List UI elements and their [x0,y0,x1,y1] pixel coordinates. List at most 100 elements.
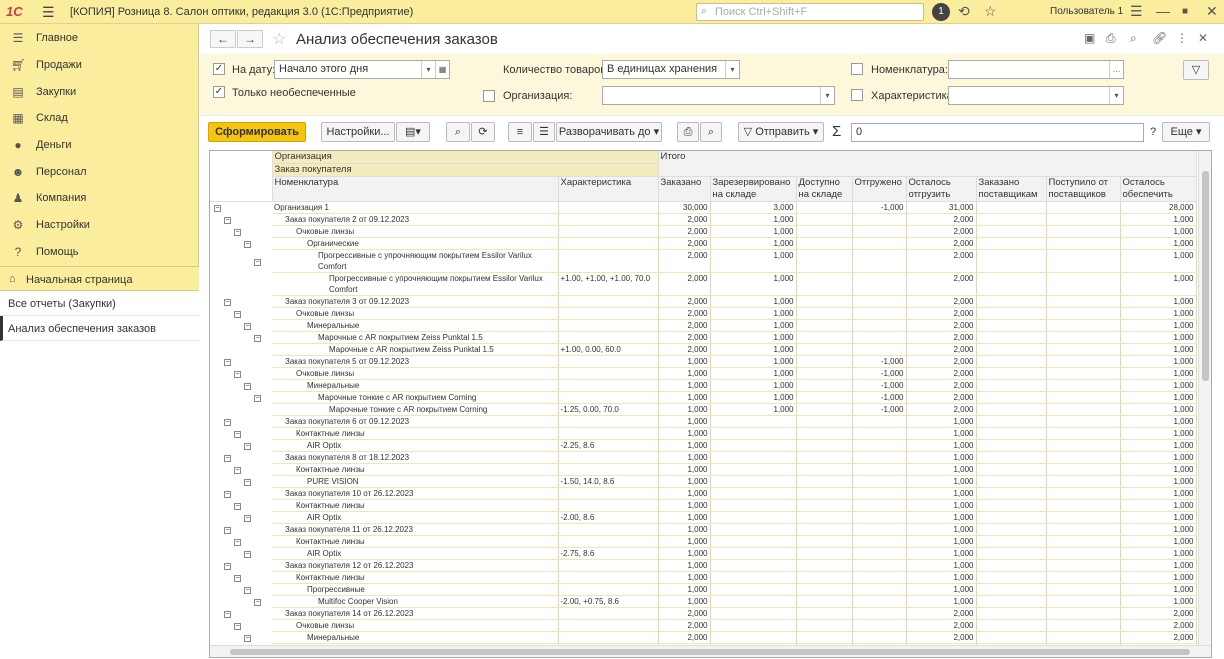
sidebar-item-company[interactable]: ♟ Компания [0,185,199,211]
global-search-input[interactable]: ⌕ Поиск Ctrl+Shift+F [696,3,924,21]
collapse-icon[interactable]: − [234,575,241,582]
sum-field[interactable]: 0 [851,123,1144,142]
minimize-icon[interactable]: — [1156,3,1170,19]
open-window-reports[interactable]: Все отчеты (Закупки) [0,291,199,316]
collapse-icon[interactable]: − [234,229,241,236]
print-icon[interactable]: ⎙ [1106,31,1116,46]
table-row[interactable]: − Минеральные 1,000 1,000 -1,000 2,000 1,000 [210,379,1197,392]
variants-button[interactable]: ▤▾ [396,122,430,142]
collapse-icon[interactable]: − [244,515,251,522]
scroll-thumb[interactable] [1202,171,1209,381]
col-header[interactable]: Заказано поставщикам [976,176,1047,202]
vertical-scrollbar[interactable] [1198,151,1211,647]
scroll-thumb[interactable] [230,649,1190,655]
tree-toggle[interactable]: − [210,451,272,464]
collapse-icon[interactable]: − [244,241,251,248]
table-row[interactable]: − Заказ покупателя 11 от 26.12.2023 1,000 1… [210,523,1197,536]
tree-toggle[interactable]: − [210,619,272,632]
link-icon[interactable]: 🔗︎ [1152,31,1167,45]
col-header[interactable]: Номенклатура [272,176,559,202]
tree-toggle[interactable]: − [210,511,272,524]
col-header[interactable]: Осталось отгрузить [906,176,977,202]
tree-toggle[interactable]: − [210,535,272,548]
notifications-bell-icon[interactable]: 1 [932,3,950,21]
expand-to-button[interactable]: Разворачивать до ▾ [556,122,662,142]
only-unsecured-checkbox[interactable]: ✓ [213,86,225,98]
tree-toggle[interactable]: − [210,607,272,620]
collapse-icon[interactable]: − [234,311,241,318]
back-button[interactable]: ← [210,30,236,48]
table-row[interactable]: − Органические 2,000 1,000 2,000 1,000 [210,237,1197,250]
collapse-icon[interactable]: − [254,395,261,402]
tree-toggle[interactable]: − [210,225,272,238]
tree-toggle[interactable]: − [210,559,272,572]
date-field[interactable]: Начало этого дня ▾ ▦ [274,60,450,79]
sidebar-item-sales[interactable]: 🛒︎ Продажи [0,52,199,78]
tree-toggle[interactable]: − [210,427,272,440]
table-row[interactable]: − Очковые линзы 1,000 1,000 -1,000 2,000 1,000 [210,367,1197,380]
help-icon[interactable]: ? [1150,126,1156,138]
collapse-icon[interactable]: − [244,383,251,390]
preview-button[interactable]: ⌕ [700,122,722,142]
sidebar-item-money[interactable]: ● Деньги [0,132,199,158]
select-ellipsis-icon[interactable]: … [1109,61,1123,78]
quantity-units-select[interactable]: В единицах хранения ▾ [602,60,740,79]
save-icon[interactable]: ▣ [1084,31,1095,45]
collapse-icon[interactable]: − [224,419,231,426]
tree-toggle[interactable]: − [210,237,272,250]
col-header[interactable]: Зарезервировано на складе [710,176,797,202]
collapse-icon[interactable]: − [244,443,251,450]
more-vertical-icon[interactable]: ⋮ [1176,31,1188,45]
tree-toggle[interactable]: − [210,631,272,644]
expand-button[interactable]: ☰ [533,122,555,142]
col-header[interactable]: Характеристика [558,176,659,202]
table-row[interactable]: − Контактные линзы 1,000 1,000 1,000 [210,463,1197,476]
tree-toggle[interactable] [210,403,272,416]
history-icon[interactable]: ⟲ [958,3,970,20]
collapse-icon[interactable]: − [224,455,231,462]
collapse-icon[interactable]: − [224,299,231,306]
organization-checkbox[interactable] [483,90,495,102]
collapse-icon[interactable]: − [244,479,251,486]
collapse-icon[interactable]: − [224,491,231,498]
tree-toggle[interactable]: − [210,319,272,332]
preview-icon[interactable]: ⌕ [1130,31,1137,46]
favorites-star-icon[interactable]: ☆ [984,3,997,20]
col-header[interactable]: Отгружено [852,176,907,202]
table-row[interactable]: − Заказ покупателя 2 от 09.12.2023 2,000 1,… [210,213,1197,226]
collapse-icon[interactable]: − [234,623,241,630]
tree-toggle[interactable]: − [210,331,272,344]
table-row[interactable]: − AIR Optix -2.75, 8.6 1,000 1,000 1,000 [210,547,1197,560]
table-row[interactable]: − Заказ покупателя 12 от 26.12.2023 1,000 1… [210,559,1197,572]
tree-toggle[interactable]: − [210,367,272,380]
horizontal-scrollbar[interactable] [210,645,1211,657]
settings-button[interactable]: Настройки... [321,122,395,142]
collapse-icon[interactable]: − [244,551,251,558]
table-row[interactable]: − Прогрессивные 1,000 1,000 1,000 [210,583,1197,596]
table-row[interactable]: − Заказ покупателя 10 от 26.12.2023 1,000 1… [210,487,1197,500]
table-row[interactable]: − Прогрессивные с упрочняющим покрытием E… [210,249,1197,273]
calendar-icon[interactable]: ▦ [435,61,449,78]
generate-button[interactable]: Сформировать [208,122,306,142]
collapse-icon[interactable]: − [244,587,251,594]
sidebar-item-personnel[interactable]: ☻ Персонал [0,159,199,185]
table-row[interactable]: Марочные тонкие с AR покрытием Corning -1… [210,403,1197,416]
table-row[interactable]: − Контактные линзы 1,000 1,000 1,000 [210,535,1197,548]
tree-toggle[interactable]: − [210,391,272,404]
collapse-icon[interactable]: − [224,563,231,570]
table-row[interactable]: Прогрессивные с упрочняющим покрытием Es… [210,272,1197,296]
organization-field[interactable]: ▾ [602,86,835,105]
table-row[interactable]: − Минеральные 2,000 2,000 2,000 [210,631,1197,644]
collapse-icon[interactable]: − [224,527,231,534]
tree-toggle[interactable]: − [210,295,272,308]
table-row[interactable]: − Очковые линзы 2,000 1,000 2,000 1,000 [210,307,1197,320]
characteristic-field[interactable]: ▾ [948,86,1124,105]
collapse-icon[interactable]: − [234,467,241,474]
table-row[interactable]: − AIR Optix -2.00, 8.6 1,000 1,000 1,000 [210,511,1197,524]
table-row[interactable]: − Очковые линзы 2,000 1,000 2,000 1,000 [210,225,1197,238]
current-user[interactable]: Пользователь 1 [1050,6,1123,17]
col-header[interactable]: Заказано [658,176,711,202]
table-row[interactable]: − Заказ покупателя 14 от 26.12.2023 2,000 2… [210,607,1197,620]
sidebar-home-link[interactable]: ⌂ Начальная страница [0,266,199,291]
tree-toggle[interactable]: − [210,547,272,560]
